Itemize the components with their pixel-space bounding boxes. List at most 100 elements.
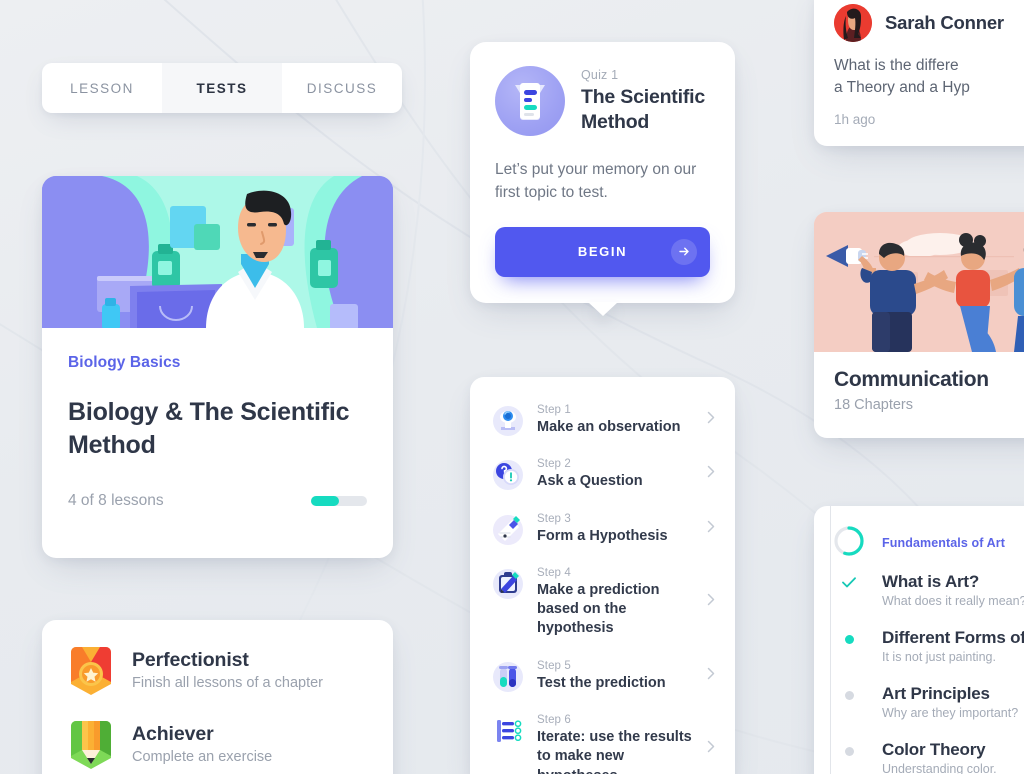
art-item-text: Different Forms of It is not just painti… bbox=[882, 628, 1024, 664]
chevron-right-icon bbox=[707, 465, 715, 483]
checklist-icon bbox=[497, 719, 522, 742]
lesson-kicker: Biology Basics bbox=[68, 354, 181, 371]
step-title: Test the prediction bbox=[537, 674, 666, 691]
step-text: Step 4 Make a prediction based on the hy… bbox=[537, 566, 701, 639]
step-text: Step 3 Form a Hypothesis bbox=[537, 512, 668, 546]
step-text: Step 2 Ask a Question bbox=[537, 457, 643, 491]
tab-lesson[interactable]: LESSON bbox=[42, 63, 162, 113]
pencil-badge-icon bbox=[71, 721, 111, 769]
art-item-text: What is Art? What does it really mean? bbox=[882, 572, 1024, 608]
dot-icon bbox=[844, 747, 854, 756]
step-kicker: Step 4 bbox=[537, 566, 571, 579]
art-marker bbox=[832, 572, 866, 608]
quiz-meta: Quiz 1 The Scientific Method bbox=[581, 68, 710, 134]
art-kicker: Fundamentals of Art bbox=[882, 536, 1005, 550]
art-marker bbox=[832, 684, 866, 720]
question-author: Sarah Conner bbox=[885, 12, 1004, 33]
art-item-subtitle: Why are they important? bbox=[882, 706, 1019, 720]
quiz-title: The Scientific Method bbox=[581, 86, 705, 133]
art-item-subtitle: What does it really mean? bbox=[882, 594, 1024, 608]
art-list-item[interactable]: Color Theory Understanding color. bbox=[832, 740, 1024, 774]
question-text-line2: a Theory and a Hyp bbox=[834, 79, 970, 97]
art-item-subtitle: Understanding color. bbox=[882, 762, 997, 774]
achievement-item-perfectionist[interactable]: Perfectionist Finish all lessons of a ch… bbox=[68, 644, 367, 696]
quiz-card: Quiz 1 The Scientific Method Let’s put y… bbox=[470, 42, 735, 316]
lesson-card[interactable]: Biology Basics Biology & The Scientific … bbox=[42, 176, 393, 558]
step-title: Iterate: use the results to make new hyp… bbox=[537, 728, 692, 774]
dot-icon bbox=[844, 691, 854, 700]
art-list-item[interactable]: Different Forms of It is not just painti… bbox=[832, 628, 1024, 684]
step-row[interactable]: Step 2 Ask a Question bbox=[484, 447, 721, 501]
chevron-right-icon bbox=[707, 740, 715, 758]
step-text: Step 5 Test the prediction bbox=[537, 659, 666, 693]
step-title: Make a prediction based on the hypothesi… bbox=[537, 581, 660, 637]
chevron-right-icon bbox=[707, 520, 715, 538]
question-header: Sarah Conner bbox=[834, 4, 1024, 42]
step-kicker: Step 6 bbox=[537, 713, 571, 726]
art-card-header: Fundamentals of Art bbox=[832, 524, 1024, 558]
step-title: Make an observation bbox=[537, 419, 681, 435]
app-canvas: LESSON TESTS DISCUSS Biology Basics Biol… bbox=[0, 0, 1024, 774]
tab-bar: LESSON TESTS DISCUSS bbox=[42, 63, 402, 113]
achievement-title: Perfectionist bbox=[132, 649, 249, 671]
begin-button[interactable]: BEGIN bbox=[495, 226, 710, 277]
tab-tests[interactable]: TESTS bbox=[162, 63, 282, 113]
step-row[interactable]: Step 5 Test the prediction bbox=[484, 649, 721, 703]
step-row[interactable]: Step 4 Make a prediction based on the hy… bbox=[484, 556, 721, 649]
communication-hero-illustration bbox=[814, 212, 1024, 352]
achievement-text: Perfectionist Finish all lessons of a ch… bbox=[132, 649, 323, 691]
lesson-progress-fill bbox=[311, 495, 339, 506]
lesson-progress-row: 4 of 8 lessons bbox=[68, 492, 367, 510]
step-title: Ask a Question bbox=[537, 473, 643, 490]
quiz-kicker: Quiz 1 bbox=[581, 68, 619, 83]
quiz-document-icon bbox=[495, 66, 565, 136]
art-item-text: Color Theory Understanding color. bbox=[882, 740, 997, 774]
quiz-header: Quiz 1 The Scientific Method bbox=[495, 66, 710, 136]
step-row[interactable]: Step 6 Iterate: use the results to make … bbox=[484, 703, 721, 774]
achievement-text: Achiever Complete an exercise bbox=[132, 723, 272, 765]
quiz-description: Let’s put your memory on our first topic… bbox=[495, 161, 697, 202]
notepad-pen-icon bbox=[493, 514, 523, 545]
chevron-right-icon bbox=[707, 593, 715, 611]
art-list-item[interactable]: What is Art? What does it really mean? bbox=[832, 572, 1024, 628]
art-item-title: Art Principles bbox=[882, 684, 990, 703]
quiz-card-tail bbox=[587, 302, 618, 316]
discussion-question-card[interactable]: Sarah Conner What is the differe a Theor… bbox=[814, 0, 1024, 146]
avatar bbox=[834, 4, 872, 42]
dot-icon bbox=[844, 635, 854, 644]
arrow-right-icon bbox=[671, 238, 697, 265]
step-title: Form a Hypothesis bbox=[537, 527, 668, 544]
lesson-progress-label: 4 of 8 lessons bbox=[68, 491, 164, 509]
achievements-card: Perfectionist Finish all lessons of a ch… bbox=[42, 620, 393, 774]
medal-badge-icon bbox=[71, 647, 111, 695]
clipboard-pen-icon bbox=[493, 568, 523, 599]
art-item-title: Different Forms of bbox=[882, 628, 1024, 647]
step-kicker: Step 1 bbox=[537, 404, 571, 416]
lesson-title: Biology & The Scientific Method bbox=[68, 398, 350, 460]
art-item-subtitle: It is not just painting. bbox=[882, 650, 996, 664]
progress-ring-icon bbox=[834, 526, 864, 556]
lesson-hero-illustration bbox=[42, 176, 393, 328]
step-kicker: Step 5 bbox=[537, 659, 571, 672]
step-row[interactable]: Step 1 Make an observation bbox=[484, 393, 721, 447]
communication-title: Communication bbox=[834, 368, 989, 391]
achievement-subtitle: Finish all lessons of a chapter bbox=[132, 675, 324, 691]
step-kicker: Step 3 bbox=[537, 512, 571, 525]
art-marker bbox=[832, 740, 866, 774]
check-icon bbox=[842, 576, 856, 608]
steps-card: Step 1 Make an observation Step 2 Ask a … bbox=[470, 377, 735, 774]
achievement-item-achiever[interactable]: Achiever Complete an exercise bbox=[68, 718, 367, 770]
achievement-title: Achiever bbox=[132, 723, 214, 745]
step-row[interactable]: Step 3 Form a Hypothesis bbox=[484, 502, 721, 556]
step-kicker: Step 2 bbox=[537, 458, 571, 471]
begin-button-label: BEGIN bbox=[577, 244, 628, 259]
art-list-item[interactable]: Art Principles Why are they important? bbox=[832, 684, 1024, 740]
test-tubes-icon bbox=[493, 661, 523, 692]
art-item-text: Art Principles Why are they important? bbox=[882, 684, 1018, 720]
tab-discuss[interactable]: DISCUSS bbox=[282, 63, 402, 113]
communication-course-card[interactable]: Communication 18 Chapters bbox=[814, 212, 1024, 438]
communication-subtitle: 18 Chapters bbox=[834, 397, 913, 413]
question-timestamp: 1h ago bbox=[834, 111, 876, 127]
lesson-card-body: Biology Basics Biology & The Scientific … bbox=[42, 328, 393, 510]
question-text: What is the differe a Theory and a Hyp bbox=[834, 55, 1024, 100]
